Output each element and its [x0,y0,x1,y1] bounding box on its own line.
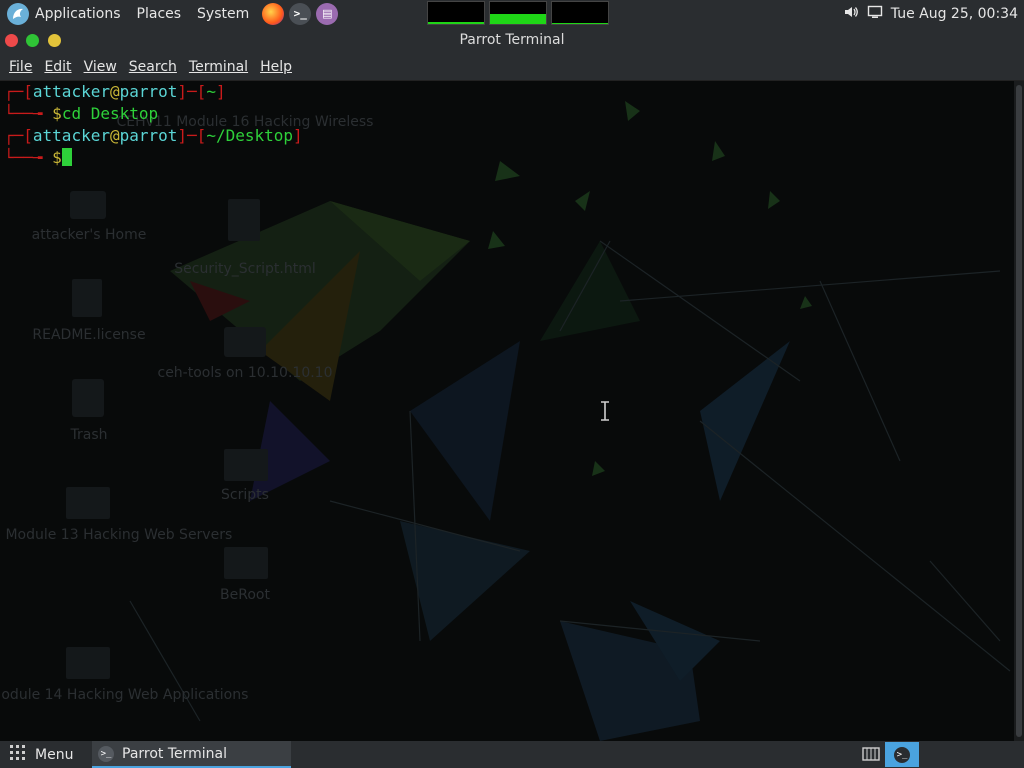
prompt-symbol: $ [52,148,62,167]
ghost-icon-label: BeRoot [220,587,270,603]
prompt-line: ┌─[attacker@parrot]─[~] [4,82,226,101]
ghost-icon-label: Trash [70,427,108,443]
panel-status-area: Tue Aug 25, 00:34 [843,0,1018,27]
folder-icon [224,449,268,481]
ghost-icon-label: CEHv11 Module 13 Hacking Web Servers [0,527,232,543]
ghost-icon-label: CEHv11 Module 14 Hacking Web Application… [0,687,248,703]
menu-edit[interactable]: Edit [39,59,76,75]
file-icon [72,279,102,317]
window-titlebar[interactable]: Parrot Terminal [0,27,1024,54]
places-menu[interactable]: Places [128,0,189,27]
terminal-scrollbar[interactable] [1014,81,1024,741]
prompt-user: attacker [32,126,110,145]
terminal-view[interactable]: CEHv11 Module 16 Hacking Wireless Securi… [0,81,1014,741]
menu-view[interactable]: View [79,59,122,75]
menu-terminal[interactable]: Terminal [184,59,253,75]
network-monitor-fill [552,22,608,24]
network-monitor[interactable] [551,1,609,25]
ghost-icon-label: Security_Script.html [174,261,315,277]
folder-icon [66,647,110,679]
prompt-host: parrot [119,126,178,145]
system-monitors [427,1,609,25]
system-menu[interactable]: System [188,0,262,27]
cpu-monitor[interactable] [427,1,485,25]
command-line: └──╼ $cd Desktop [4,104,159,123]
menu-file-label: File [9,59,33,75]
volume-icon[interactable] [843,4,859,24]
top-panel: Applications Places System >_ ▤ Tue Aug … [0,0,1024,27]
places-menu-label: Places [136,5,182,22]
ghost-icon-label: ceh-tools on 10.10.10.10 [158,365,333,381]
home-folder-icon [70,191,106,219]
firefox-launcher-icon[interactable] [262,2,285,25]
file-icon [228,199,260,241]
menu-search[interactable]: Search [124,59,182,75]
menu-search-label: Search [128,59,177,75]
grid-menu-icon [10,744,26,765]
prompt-path: ~ [206,82,216,101]
clock[interactable]: Tue Aug 25, 00:34 [891,6,1018,22]
terminal-app-icon: >_ [98,745,114,762]
ghost-icon-label: Scripts [221,487,269,503]
menu-button-label: Menu [35,746,74,763]
i-beam-cursor-icon [600,401,610,425]
text-cursor [61,148,72,166]
window-title: Parrot Terminal [459,32,565,48]
menu-view-label: View [83,59,117,75]
taskbar-item-terminal[interactable]: >_ Parrot Terminal [92,741,291,768]
prompt-path: ~/Desktop [206,126,294,145]
wallpaper-graphic: CEHv11 Module 16 Hacking Wireless Securi… [0,101,1011,741]
cpu-monitor-fill [428,21,484,24]
command-line[interactable]: └──╼ $ [4,147,303,169]
menu-terminal-label: Terminal [188,59,249,75]
bottom-panel: Menu >_ Parrot Terminal >_ [0,741,1024,768]
menu-help[interactable]: Help [255,59,297,75]
memory-monitor[interactable] [489,1,547,25]
folder-icon [224,547,268,579]
taskbar-item-label: Parrot Terminal [122,745,228,762]
ghost-icon-label: attacker's Home [32,227,147,243]
workspace-switcher-icon[interactable] [862,746,880,766]
menubar: File Edit View Search Terminal Help [0,54,1024,81]
prompt-line: ┌─[attacker@parrot]─[~/Desktop] [4,126,303,145]
menu-file[interactable]: File [4,59,37,75]
text-editor-launcher-icon[interactable]: ▤ [316,2,339,25]
folder-icon [66,487,110,519]
menu-help-label: Help [260,59,292,75]
display-icon[interactable] [867,4,883,24]
ghost-icon-label: README.license [32,327,145,343]
prompt-symbol: $ [52,104,62,123]
prompt-host: parrot [119,82,178,101]
terminal-output: ┌─[attacker@parrot]─[~] └──╼ $cd Desktop… [0,81,303,169]
parrot-logo-icon[interactable] [7,2,29,25]
applications-menu[interactable]: Applications [35,0,128,27]
scrollbar-thumb[interactable] [1016,85,1022,737]
command-text: cd Desktop [61,104,159,123]
terminal-window: Parrot Terminal File Edit View Search Te… [0,27,1024,741]
menu-edit-label: Edit [44,59,72,75]
menu-button[interactable]: Menu [0,741,73,768]
applications-menu-label: Applications [35,5,121,22]
terminal-launcher-icon[interactable]: >_ [289,2,312,25]
show-desktop-terminal-icon[interactable]: >_ [885,742,919,767]
memory-monitor-fill [490,14,546,24]
drive-icon [224,327,266,357]
system-menu-label: System [197,5,250,22]
prompt-user: attacker [32,82,110,101]
trash-icon [72,379,104,417]
